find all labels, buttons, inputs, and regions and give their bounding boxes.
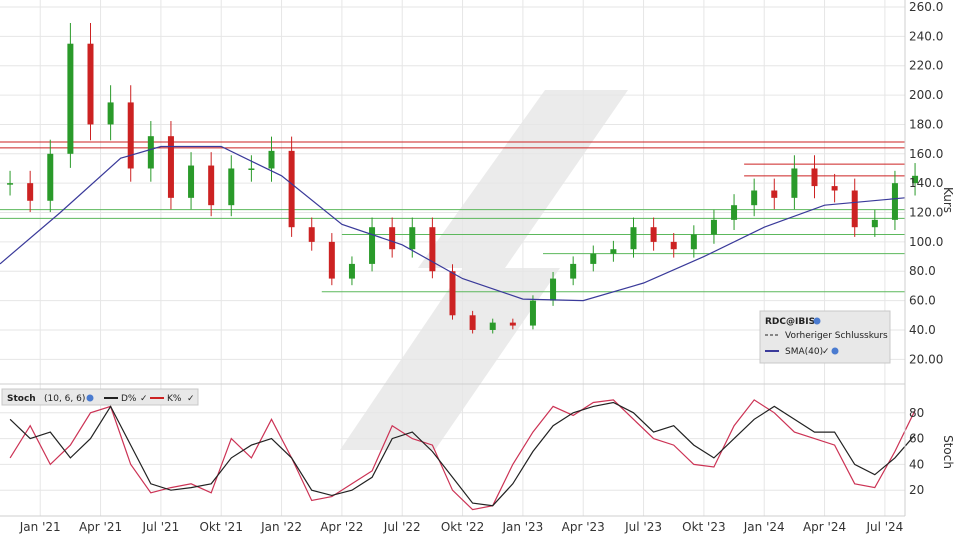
- candle-body: [751, 190, 758, 206]
- info-icon[interactable]: [831, 347, 839, 355]
- candle-body: [248, 168, 255, 170]
- price-y-tick: 200.0: [909, 88, 943, 102]
- candle-body: [167, 136, 174, 198]
- candle-body: [831, 186, 838, 191]
- price-y-tick: 20.00: [909, 352, 943, 366]
- stoch-axis-title: Stoch: [941, 435, 955, 469]
- x-tick-label: Jan '22: [260, 520, 302, 534]
- price-y-tick: 60.0: [909, 294, 936, 308]
- candle-body: [328, 241, 335, 279]
- check-icon[interactable]: ✓: [822, 347, 830, 357]
- legend-k: K%: [167, 394, 182, 404]
- price-y-tick: 180.0: [909, 117, 943, 131]
- x-tick-label: Jan '21: [19, 520, 61, 534]
- stoch-params: (10, 6, 6): [44, 394, 85, 404]
- legend-prev-close: Vorheriger Schlusskurs: [785, 331, 888, 341]
- price-y-tick: 40.0: [909, 323, 936, 337]
- price-y-tick: 140.0: [909, 176, 943, 190]
- x-tick-label: Apr '24: [803, 520, 846, 534]
- candle-body: [47, 153, 54, 201]
- price-legend: RDC@IBIS Vorheriger Schlusskurs SMA(40) …: [759, 310, 891, 364]
- x-tick-label: Okt '23: [682, 520, 725, 534]
- check-icon[interactable]: ✓: [187, 394, 195, 404]
- price-y-tick: 100.0: [909, 235, 943, 249]
- candle-body: [690, 234, 697, 250]
- candle-body: [590, 253, 597, 264]
- candle-body: [570, 263, 577, 279]
- candle-body: [871, 219, 878, 228]
- x-tick-label: Jul '21: [141, 520, 179, 534]
- candle-body: [509, 322, 516, 326]
- candle-body: [127, 102, 134, 169]
- candle-body: [710, 219, 717, 235]
- candle-body: [67, 43, 74, 154]
- candle-body: [429, 227, 436, 272]
- candle-body: [208, 165, 215, 206]
- candle-body: [308, 227, 315, 242]
- x-tick-label: Jul '24: [865, 520, 903, 534]
- x-tick-label: Apr '23: [562, 520, 605, 534]
- legend-symbol: RDC@IBIS: [765, 317, 815, 327]
- candle-body: [449, 271, 456, 316]
- candle-body: [389, 227, 396, 250]
- x-tick-label: Jul '22: [383, 520, 421, 534]
- candle-body: [771, 190, 778, 198]
- candle-body: [369, 227, 376, 264]
- candle-body: [288, 150, 295, 228]
- candle-body: [630, 227, 637, 250]
- x-tick-label: Jan '23: [501, 520, 543, 534]
- candle-body: [27, 183, 34, 201]
- price-y-tick: 240.0: [909, 29, 943, 43]
- stoch-y-tick: 80: [909, 406, 924, 420]
- candle-body: [891, 183, 898, 220]
- x-axis: Jan '21 Apr '21 Jul '21 Okt '21 Jan '22 Apr '…: [19, 520, 904, 534]
- info-icon[interactable]: [813, 317, 821, 325]
- price-axis-title: Kurs: [941, 187, 955, 213]
- legend-d: D%: [121, 394, 137, 404]
- price-y-tick: 160.0: [909, 147, 943, 161]
- x-tick-label: Okt '21: [199, 520, 242, 534]
- candle-body: [811, 168, 818, 187]
- candle-body: [469, 315, 476, 330]
- check-icon[interactable]: ✓: [140, 394, 148, 404]
- price-y-tick: 120.0: [909, 206, 943, 220]
- candle-body: [610, 249, 617, 254]
- price-y-tick: 80.0: [909, 264, 936, 278]
- x-tick-label: Apr '21: [79, 520, 122, 534]
- candle-body: [268, 150, 275, 169]
- candle-body: [791, 168, 798, 198]
- candle-body: [107, 102, 114, 125]
- stoch-legend: Stoch (10, 6, 6) D% ✓ K% ✓: [1, 388, 199, 406]
- candle-body: [489, 322, 496, 330]
- x-tick-label: Jul '23: [624, 520, 662, 534]
- candle-body: [731, 205, 738, 220]
- info-icon[interactable]: [86, 394, 94, 402]
- candle-body: [529, 300, 536, 326]
- stoch-y-tick: 60: [909, 432, 924, 446]
- stoch-y-tick: 40: [909, 457, 924, 471]
- stoch-y-tick: 20: [909, 483, 924, 497]
- x-tick-label: Jan '24: [743, 520, 785, 534]
- candle-body: [188, 165, 195, 198]
- candle-body: [87, 43, 94, 125]
- stoch-title: Stoch: [7, 394, 36, 404]
- candle-body: [670, 241, 677, 250]
- price-y-tick: 220.0: [909, 59, 943, 73]
- candle-body: [348, 263, 355, 279]
- legend-sma: SMA(40): [785, 347, 823, 357]
- candle-body: [550, 278, 557, 301]
- price-y-tick: 260.0: [909, 0, 943, 14]
- x-tick-label: Okt '22: [441, 520, 484, 534]
- stock-chart: 260.0 240.0 220.0 200.0 180.0 160.0 140.0 120.0…: [0, 0, 960, 540]
- candle-body: [650, 227, 657, 242]
- candle-body: [228, 168, 235, 206]
- candle-body: [7, 183, 14, 185]
- candle-body: [851, 190, 858, 228]
- candle-body: [147, 136, 154, 169]
- candle-body: [409, 227, 416, 250]
- x-tick-label: Apr '22: [320, 520, 363, 534]
